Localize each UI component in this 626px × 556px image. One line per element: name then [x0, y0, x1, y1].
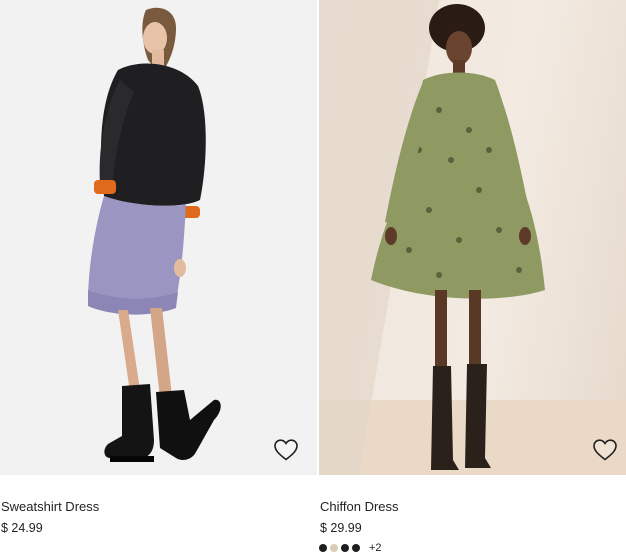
- color-swatches: +2: [319, 542, 382, 554]
- product-name[interactable]: Chiffon Dress: [320, 499, 399, 514]
- favorite-heart-icon[interactable]: [592, 438, 618, 462]
- color-swatch[interactable]: [319, 544, 327, 552]
- product-price: $ 29.99: [320, 521, 362, 535]
- product-card-chiffon-dress[interactable]: Chiffon Dress $ 29.99 +2: [319, 0, 626, 554]
- product-photo: [88, 7, 221, 462]
- product-photo: [319, 0, 626, 475]
- product-card-sweatshirt-dress[interactable]: Sweatshirt Dress $ 24.99: [0, 0, 317, 535]
- color-swatch[interactable]: [341, 544, 349, 552]
- color-swatch[interactable]: [352, 544, 360, 552]
- product-price: $ 24.99: [1, 521, 43, 535]
- product-image[interactable]: [319, 0, 626, 475]
- product-image[interactable]: [0, 0, 317, 475]
- product-name[interactable]: Sweatshirt Dress: [1, 499, 99, 514]
- favorite-heart-icon[interactable]: [273, 438, 299, 462]
- color-swatch[interactable]: [330, 544, 338, 552]
- more-colors-count[interactable]: +2: [369, 542, 382, 554]
